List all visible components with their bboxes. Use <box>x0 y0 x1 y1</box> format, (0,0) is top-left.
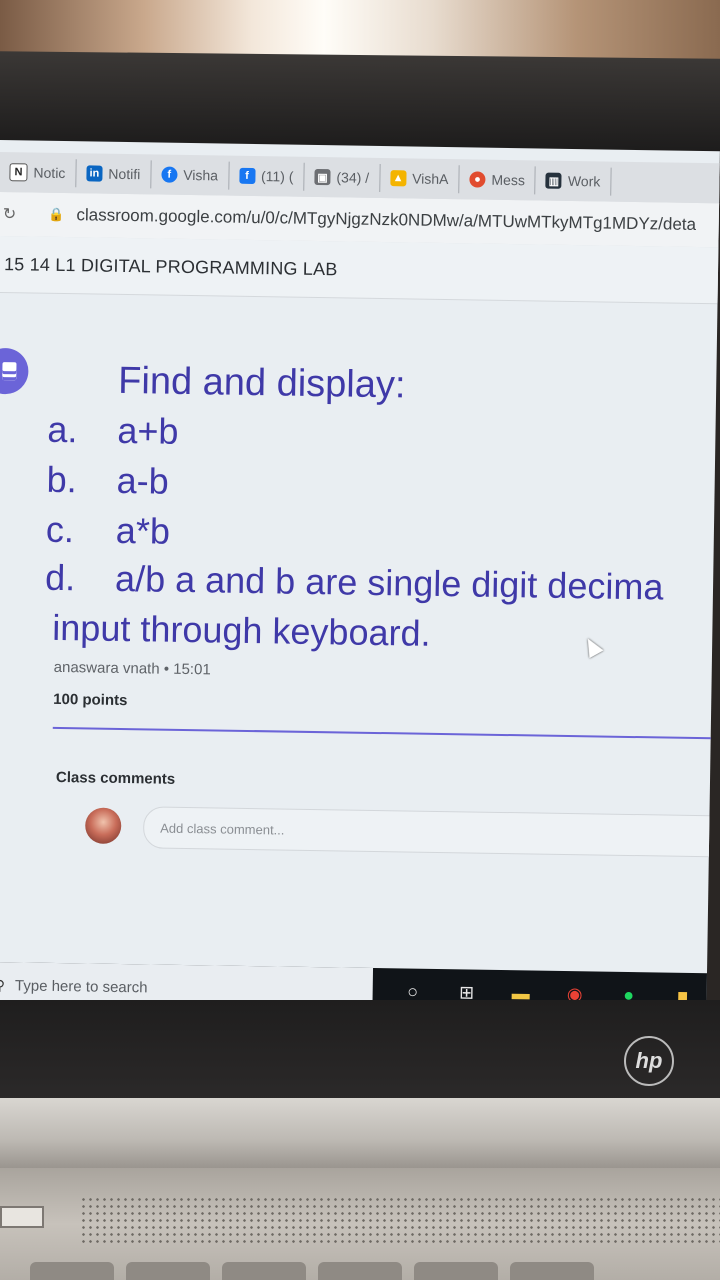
item-letter: c. <box>45 508 75 551</box>
item-text: a/b a and b are single digit decima <box>114 557 664 608</box>
search-placeholder: Type here to search <box>14 976 148 996</box>
assignment-continuation: input through keyboard. <box>52 606 431 654</box>
laptop-hinge <box>0 1098 720 1168</box>
tab-photos-34[interactable]: ▣ (34) / <box>304 162 381 192</box>
keyboard-key <box>222 1262 306 1280</box>
mouse-cursor-icon <box>580 634 604 659</box>
class-comments-label: Class comments <box>55 768 176 788</box>
keyboard-top-row <box>0 1262 720 1280</box>
tab-label: (11) ( <box>260 168 294 185</box>
linkedin-icon: in <box>86 165 103 182</box>
tab-facebook-11[interactable]: f (11) ( <box>228 161 305 191</box>
item-letter: b. <box>46 458 78 501</box>
tab-linkedin[interactable]: in Notifi <box>76 159 152 189</box>
item-text: a+b <box>117 409 179 452</box>
power-button <box>0 1206 44 1228</box>
assignment-item: d. a/b a and b are single digit decima <box>45 557 664 609</box>
trello-icon: ▥ <box>545 172 563 189</box>
item-text: a*b <box>115 509 171 552</box>
assignment-meta: anaswara vnath • 15:01 <box>53 658 211 679</box>
image-icon: ▣ <box>314 168 331 186</box>
drive-icon: ▲ <box>390 170 407 187</box>
item-letter: a. <box>47 408 78 451</box>
keyboard-key <box>30 1262 114 1280</box>
messenger-icon: ● <box>469 171 486 188</box>
laptop-screen: N Notic in Notifi f Visha f (11) ( ▣ (34… <box>0 140 720 1020</box>
hp-logo: hp <box>624 1036 674 1086</box>
tab-label: Notic <box>33 164 66 182</box>
class-title[interactable]: 15 14 L1 DIGITAL PROGRAMMING LAB <box>4 254 338 280</box>
facebook-icon: f <box>238 167 256 185</box>
tab-notion[interactable]: N Notic <box>0 157 77 188</box>
assignment-item: c. a*b <box>46 509 171 553</box>
url-text[interactable]: classroom.google.com/u/0/c/MTgyNjgzNzk0N… <box>76 205 696 235</box>
keyboard-key <box>318 1262 402 1280</box>
tab-label: VishA <box>412 170 449 188</box>
item-letter: d. <box>44 556 76 599</box>
add-class-comment-input[interactable]: Add class comment... <box>142 806 720 859</box>
keyboard-key <box>510 1262 594 1280</box>
reload-icon[interactable]: ↻ <box>3 204 17 224</box>
keyboard-key <box>414 1262 498 1280</box>
search-icon: ⚲ <box>0 976 6 993</box>
class-header: 15 14 L1 DIGITAL PROGRAMMING LAB <box>0 235 720 305</box>
assignment-icon <box>0 347 29 395</box>
tab-facebook-visha[interactable]: f Visha <box>151 160 230 190</box>
tab-label: Notifi <box>108 165 141 183</box>
lock-icon: 🔒 <box>48 206 65 223</box>
laptop-bottom-bezel <box>0 1000 720 1100</box>
tab-label: (34) / <box>336 169 370 186</box>
speaker-grille <box>80 1196 720 1244</box>
assignment-points: 100 points <box>53 690 128 710</box>
tab-messenger[interactable]: ● Mess <box>459 165 537 195</box>
assignment-title: Find and display: <box>117 359 406 407</box>
tab-drive-visha[interactable]: ▲ VishA <box>379 163 460 194</box>
tab-trello-work[interactable]: ▥ Work <box>535 166 612 196</box>
facebook-icon: f <box>161 166 178 183</box>
avatar <box>84 807 122 844</box>
item-text: a-b <box>116 459 170 502</box>
tab-label: Mess <box>491 171 526 189</box>
tab-label: Work <box>567 172 601 190</box>
assignment-item: b. a-b <box>46 459 169 503</box>
section-divider <box>52 726 720 740</box>
tab-label: Visha <box>183 166 219 184</box>
notion-icon: N <box>9 163 28 182</box>
assignment-item: a. a+b <box>47 409 179 453</box>
keyboard-key <box>126 1262 210 1280</box>
